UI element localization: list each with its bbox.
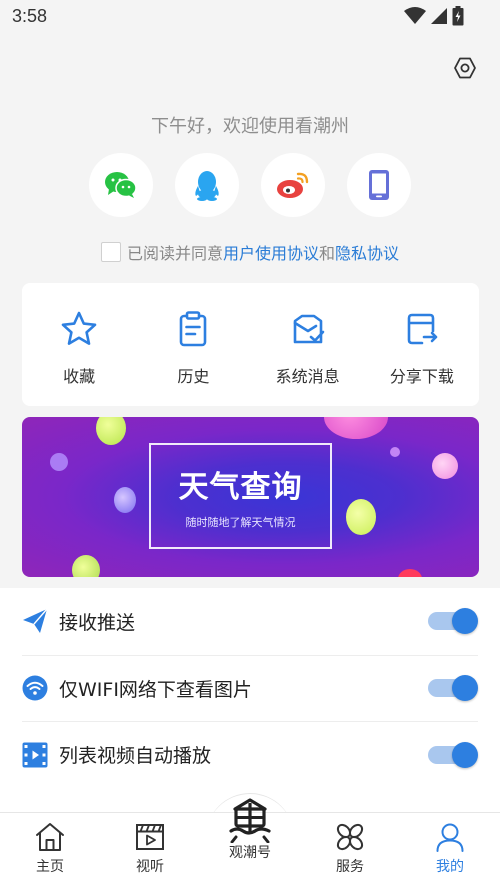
banner-decoration — [346, 499, 376, 535]
qq-icon — [195, 171, 219, 201]
toggle-knob — [452, 608, 478, 635]
quick-action-label: 历史 — [177, 367, 210, 386]
greeting-text: 下午好，欢迎使用看潮州 — [151, 116, 349, 137]
quick-action-label: 收藏 — [63, 367, 96, 386]
setting-label: 仅WIFI网络下查看图片 — [59, 678, 252, 701]
message-check-icon — [293, 314, 324, 344]
banner-decoration — [324, 417, 388, 439]
clipboard-icon — [180, 311, 207, 347]
settings-icon — [454, 57, 476, 79]
banner-text-box: 天气查询 随时随地了解天气情况 — [149, 443, 332, 549]
banner-decoration — [390, 447, 400, 457]
setting-row-autoplay: 列表视频自动播放 — [0, 721, 500, 788]
user-agreement-link[interactable]: 用户使用协议 — [223, 240, 319, 264]
setting-label: 列表视频自动播放 — [59, 745, 212, 768]
login-options — [89, 153, 411, 217]
toggle-knob — [452, 675, 478, 702]
setting-row-push: 接收推送 — [0, 588, 500, 655]
guanchao-logo-icon — [229, 798, 271, 843]
push-toggle[interactable] — [428, 608, 478, 635]
quick-action-system-messages[interactable]: 系统消息 — [251, 283, 365, 406]
services-icon — [336, 823, 364, 851]
banner-decoration — [398, 569, 422, 577]
quick-action-share-download[interactable]: 分享下载 — [365, 283, 479, 406]
home-icon — [36, 823, 64, 851]
setting-label: 接收推送 — [59, 611, 136, 634]
banner-decoration — [114, 487, 136, 513]
status-bar: 3:58 — [0, 0, 500, 34]
battery-icon — [452, 6, 464, 26]
banner-decoration — [72, 555, 100, 577]
tab-label: 主页 — [36, 859, 64, 875]
banner-subtitle: 随时随地了解天气情况 — [185, 516, 296, 529]
weather-banner[interactable]: 天气查询 随时随地了解天气情况 — [22, 417, 479, 577]
banner-title: 天气查询 — [178, 470, 303, 505]
tab-services[interactable]: 服务 — [300, 813, 400, 889]
agreement-prefix: 已阅读并同意 — [126, 244, 223, 263]
agreement-conjunction: 和 — [319, 244, 336, 263]
quick-action-history[interactable]: 历史 — [136, 283, 250, 406]
quick-actions-card: 收藏 历史 系统消息 分享下载 — [22, 283, 479, 406]
profile-icon — [436, 823, 464, 852]
wechat-login-button[interactable] — [89, 153, 153, 217]
agreement-checkbox[interactable] — [100, 242, 121, 262]
star-icon — [61, 311, 97, 345]
wifi-images-toggle[interactable] — [428, 675, 478, 702]
tab-home[interactable]: 主页 — [0, 813, 100, 889]
status-icons — [404, 6, 464, 26]
tab-profile[interactable]: 我的 — [400, 813, 500, 889]
settings-list: 接收推送 仅WIFI网络下查看图片 列表视频自动播放 — [0, 588, 500, 813]
wechat-icon — [105, 172, 137, 198]
autoplay-toggle[interactable] — [428, 741, 478, 768]
tab-label: 视听 — [136, 859, 164, 875]
setting-row-wifi-images: 仅WIFI网络下查看图片 — [0, 654, 500, 722]
banner-decoration — [432, 453, 458, 479]
weibo-login-button[interactable] — [261, 153, 325, 217]
tab-video[interactable]: 视听 — [100, 813, 200, 889]
privacy-policy-link[interactable]: 隐私协议 — [335, 240, 399, 264]
bottom-tab-bar: 主页 视听 观潮号 服务 我的 — [0, 798, 500, 889]
weibo-icon — [277, 172, 309, 198]
banner-decoration — [96, 417, 126, 445]
settings-button[interactable] — [450, 53, 480, 83]
tab-label: 观潮号 — [229, 845, 271, 861]
tab-label: 我的 — [436, 859, 464, 875]
quick-action-label: 系统消息 — [275, 367, 340, 386]
status-time: 3:58 — [12, 6, 48, 26]
phone-icon — [369, 170, 389, 200]
cellular-signal-icon — [431, 8, 447, 24]
wifi-icon — [22, 675, 48, 701]
clapperboard-icon — [136, 824, 164, 850]
banner-decoration — [50, 453, 68, 471]
send-icon — [23, 608, 48, 634]
wifi-signal-icon — [404, 7, 426, 24]
tab-label: 服务 — [336, 859, 364, 875]
share-download-icon — [407, 313, 438, 345]
video-icon — [22, 742, 48, 768]
tab-guanchao[interactable]: 观潮号 — [200, 798, 300, 889]
phone-login-button[interactable] — [347, 153, 411, 217]
quick-action-label: 分享下载 — [389, 367, 454, 386]
qq-login-button[interactable] — [175, 153, 239, 217]
quick-action-favorites[interactable]: 收藏 — [22, 283, 136, 406]
toggle-knob — [452, 741, 478, 768]
agreement-row: 已阅读并同意 用户使用协议 和 隐私协议 — [0, 240, 500, 264]
